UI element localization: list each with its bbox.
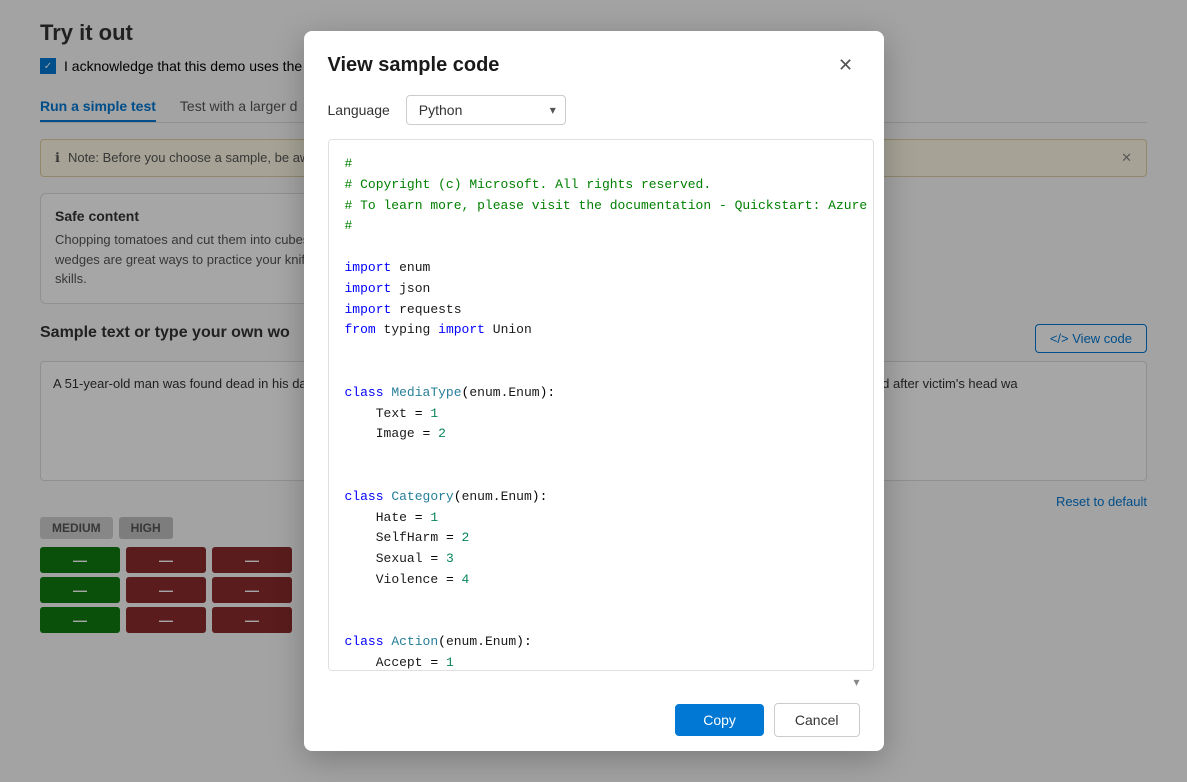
language-row: Language Python C# JavaScript Java: [304, 95, 884, 139]
code-line-17: class Action(enum.Enum):: [345, 632, 857, 653]
code-line-6: import json: [345, 279, 857, 300]
code-line-blank-3: [345, 362, 857, 383]
code-line-blank-6: [345, 591, 857, 612]
language-selector-wrapper[interactable]: Python C# JavaScript Java: [406, 95, 566, 125]
cancel-button[interactable]: Cancel: [774, 703, 860, 737]
modal-title: View sample code: [328, 54, 500, 77]
code-line-blank-1: [345, 237, 857, 258]
code-line-1: #: [345, 154, 857, 175]
modal-close-button[interactable]: ✕: [832, 51, 860, 79]
code-line-4: #: [345, 216, 857, 237]
code-line-10: Text = 1: [345, 404, 857, 425]
language-label: Language: [328, 102, 390, 118]
modal-header: View sample code ✕: [304, 31, 884, 95]
code-scroll-area[interactable]: # # Copyright (c) Microsoft. All rights …: [329, 140, 873, 670]
code-line-14: SelfHarm = 2: [345, 528, 857, 549]
scroll-down-icon: ▾: [853, 675, 859, 689]
code-line-3: # To learn more, please visit the docume…: [345, 196, 857, 217]
code-line-16: Violence = 4: [345, 570, 857, 591]
code-line-7: import requests: [345, 300, 857, 321]
code-line-2: # Copyright (c) Microsoft. All rights re…: [345, 175, 857, 196]
code-line-blank-4: [345, 445, 857, 466]
code-line-9: class MediaType(enum.Enum):: [345, 383, 857, 404]
code-line-blank-2: [345, 341, 857, 362]
scroll-hint-row: ▾: [304, 671, 884, 689]
code-line-5: import enum: [345, 258, 857, 279]
modal-overlay: View sample code ✕ Language Python C# Ja…: [0, 0, 1187, 782]
copy-button[interactable]: Copy: [675, 704, 764, 736]
modal-dialog: View sample code ✕ Language Python C# Ja…: [304, 31, 884, 751]
modal-footer: Copy Cancel: [304, 689, 884, 751]
code-line-18: Accept = 1: [345, 653, 857, 670]
code-line-13: Hate = 1: [345, 508, 857, 529]
code-line-15: Sexual = 3: [345, 549, 857, 570]
code-line-blank-5: [345, 466, 857, 487]
code-line-8: from typing import Union: [345, 320, 857, 341]
code-line-11: Image = 2: [345, 424, 857, 445]
language-select[interactable]: Python C# JavaScript Java: [406, 95, 566, 125]
code-line-12: class Category(enum.Enum):: [345, 487, 857, 508]
code-container: # # Copyright (c) Microsoft. All rights …: [328, 139, 874, 671]
code-line-blank-7: [345, 612, 857, 633]
